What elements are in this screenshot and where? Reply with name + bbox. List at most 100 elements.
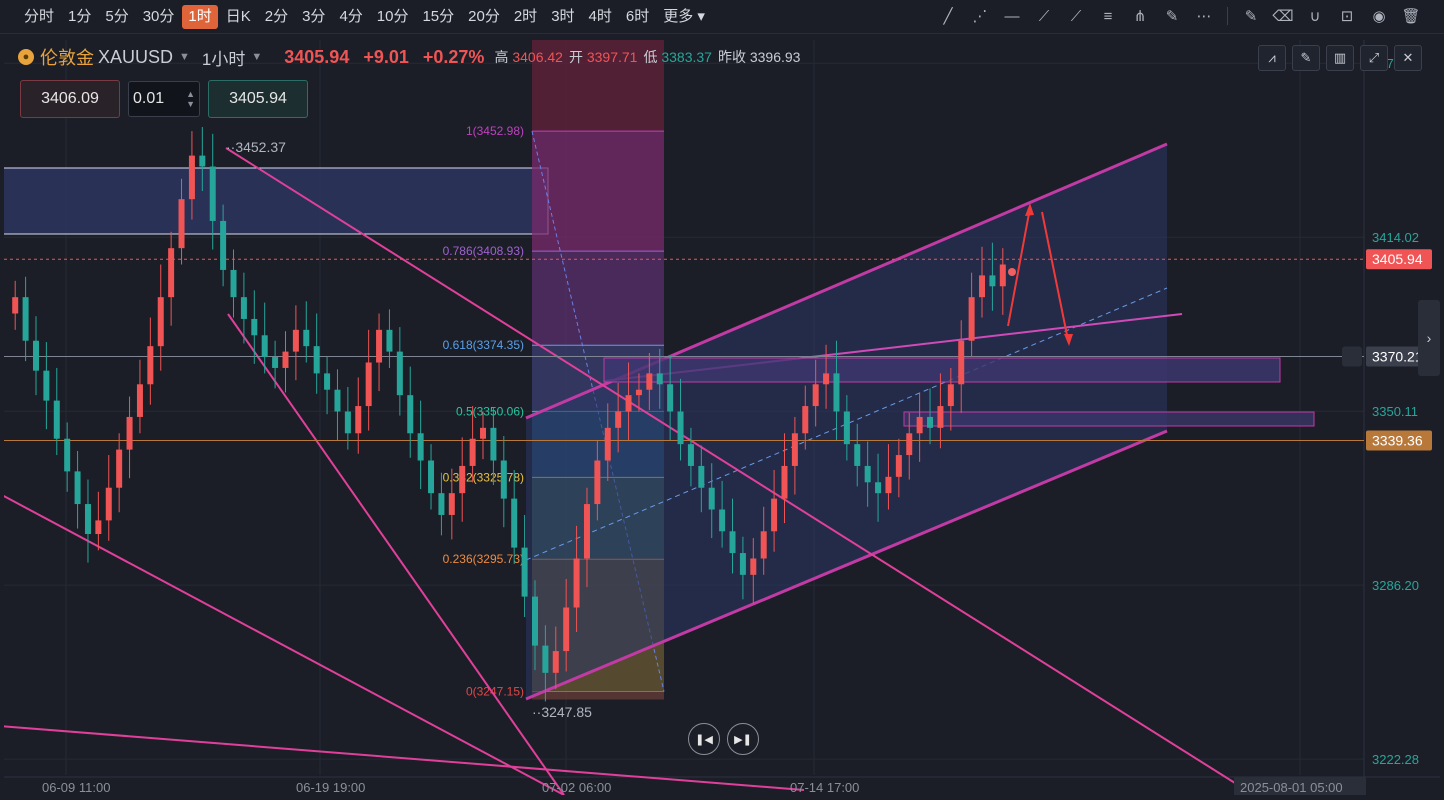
- decrement-icon[interactable]: ▼: [186, 99, 195, 109]
- segment-icon[interactable]: ⟋: [1063, 5, 1089, 27]
- quantity-value[interactable]: 0.01: [133, 90, 164, 108]
- more-icon[interactable]: ⋯: [1191, 5, 1217, 27]
- candle-body: [802, 406, 809, 434]
- fib-label: 0.236(3295.73): [443, 552, 524, 566]
- candle-type-icon[interactable]: ▥: [1326, 45, 1354, 71]
- tab-timeframe-13[interactable]: 3时: [545, 5, 580, 29]
- candle-body: [542, 645, 549, 673]
- tab-timeframe-6[interactable]: 2分: [259, 5, 294, 29]
- low-annotation: ··3247.85: [532, 704, 592, 720]
- ray-icon[interactable]: ⋰: [967, 5, 993, 27]
- period-selector[interactable]: 1小时: [202, 45, 245, 70]
- symbol-cn[interactable]: 伦敦金: [40, 44, 94, 70]
- brush-icon[interactable]: ✎: [1159, 5, 1185, 27]
- tab-timeframe-8[interactable]: 4分: [333, 5, 368, 29]
- gold-coin-icon: ●: [18, 49, 34, 65]
- candle-body: [687, 444, 694, 466]
- tab-timeframe-2[interactable]: 5分: [99, 5, 134, 29]
- chart-panel[interactable]: 1(3452.98) 0.786(3408.93) 0.618(3374.35) 0.…: [0, 40, 1440, 796]
- tab-timeframe-3[interactable]: 30分: [137, 5, 181, 29]
- candle-body: [937, 406, 944, 428]
- candle-body: [22, 297, 29, 341]
- candle-body: [74, 471, 81, 505]
- candle-body: [365, 362, 372, 407]
- sell-button[interactable]: 3406.09: [20, 80, 120, 118]
- tab-timeframe-15[interactable]: 6时: [620, 5, 655, 29]
- fullscreen-icon[interactable]: ⤢: [1360, 45, 1388, 71]
- tab-timeframe-0[interactable]: 分时: [18, 5, 60, 29]
- trash-icon[interactable]: 🗑: [1398, 5, 1424, 27]
- tab-timeframe-16[interactable]: 更多 ▾: [657, 5, 711, 29]
- price-change-pct: +0.27%: [422, 46, 485, 67]
- tab-timeframe-11[interactable]: 20分: [462, 5, 506, 29]
- candle-body: [864, 465, 871, 483]
- pencil-icon[interactable]: ✎: [1292, 45, 1320, 71]
- tab-timeframe-1[interactable]: 1分: [62, 5, 97, 29]
- skip-back-icon[interactable]: ❚◀: [688, 723, 720, 755]
- candle-body: [771, 498, 778, 532]
- high-value: 高 3406.42: [494, 49, 563, 65]
- eraser-icon[interactable]: ⌫: [1270, 5, 1296, 27]
- tab-timeframe-9[interactable]: 10分: [371, 5, 415, 29]
- skip-forward-icon[interactable]: ▶❚: [727, 723, 759, 755]
- candle-body: [147, 346, 154, 385]
- fan-icon[interactable]: ⋔: [1127, 5, 1153, 27]
- candle-body: [989, 275, 996, 287]
- increment-icon[interactable]: ▲: [186, 89, 195, 99]
- tab-timeframe-14[interactable]: 4时: [583, 5, 618, 29]
- candle-body: [355, 406, 362, 434]
- tab-timeframe-10[interactable]: 15分: [416, 5, 460, 29]
- fib-label: 0.5(3350.06): [456, 404, 524, 418]
- tab-timeframe-12[interactable]: 2时: [508, 5, 543, 29]
- candle-body: [282, 351, 289, 368]
- candle-body: [833, 373, 840, 412]
- candle-body: [428, 460, 435, 494]
- fib-label: 0.786(3408.93): [443, 244, 524, 258]
- hline-icon[interactable]: —: [999, 5, 1025, 27]
- tab-timeframe-4[interactable]: 1时: [182, 4, 218, 29]
- indicator-icon[interactable]: ⩘: [1258, 45, 1286, 71]
- candle-body: [43, 370, 50, 401]
- downtrend-line: [0, 725, 805, 791]
- candle-body: [677, 411, 684, 445]
- candle-body: [583, 504, 590, 559]
- candle-body: [116, 449, 123, 488]
- candle-body: [615, 411, 622, 428]
- chevron-down-icon[interactable]: ▼: [251, 51, 262, 63]
- y-tick-label: 3222.28: [1372, 752, 1419, 767]
- bell-icon: [1342, 346, 1362, 367]
- edit-icon[interactable]: ✎: [1238, 5, 1264, 27]
- price-change: +9.01: [363, 46, 409, 67]
- candle-body: [739, 553, 746, 575]
- y-tick-label: 3350.11: [1372, 404, 1418, 419]
- candle-body: [719, 509, 726, 532]
- fib-icon[interactable]: ≡: [1095, 5, 1121, 27]
- y-tick-label: 3414.02: [1372, 230, 1419, 245]
- eye-icon[interactable]: ◉: [1366, 5, 1392, 27]
- candle-body: [979, 275, 986, 298]
- polyline-icon[interactable]: ⟋: [1031, 5, 1057, 27]
- buy-button[interactable]: 3405.94: [208, 80, 308, 118]
- chevron-right-icon[interactable]: ›: [1418, 300, 1440, 376]
- candle-body: [999, 264, 1006, 287]
- candle-body: [531, 596, 538, 646]
- candle-body: [448, 493, 455, 515]
- tab-timeframe-5[interactable]: 日K: [220, 5, 257, 29]
- quantity-stepper[interactable]: 0.01 ▲ ▼: [128, 81, 200, 117]
- candle-body: [812, 384, 819, 407]
- close-icon[interactable]: ✕: [1394, 45, 1422, 71]
- magnet-icon[interactable]: ∪: [1302, 5, 1328, 27]
- zone-box: [903, 411, 1315, 427]
- lock-icon[interactable]: ⊡: [1334, 5, 1360, 27]
- candle-body: [906, 433, 913, 456]
- candle-body: [490, 427, 497, 461]
- trendline-icon[interactable]: ╱: [935, 5, 961, 27]
- candle-body: [344, 411, 351, 434]
- candle-body: [916, 416, 923, 434]
- price-chart[interactable]: 1(3452.98) 0.786(3408.93) 0.618(3374.35) 0.…: [0, 40, 1440, 796]
- chevron-down-icon[interactable]: ▼: [179, 51, 190, 63]
- zone-box: [603, 357, 1281, 383]
- tab-timeframe-7[interactable]: 3分: [296, 5, 331, 29]
- symbol-code[interactable]: XAUUSD: [98, 47, 173, 68]
- candle-body: [698, 465, 705, 488]
